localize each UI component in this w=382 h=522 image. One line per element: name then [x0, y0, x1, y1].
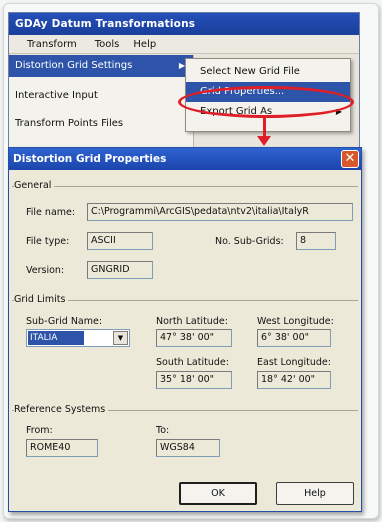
dialog-title: Distortion Grid Properties [13, 153, 167, 165]
menu-help[interactable]: Help [133, 39, 156, 50]
num-subgrids-label: No. Sub-Grids: [215, 236, 284, 247]
submenu-item-label: Select New Grid File [200, 66, 300, 77]
app-title: GDAy Datum Transformations [9, 13, 359, 35]
file-type-label: File type: [26, 236, 70, 247]
north-latitude-field: 47° 38' 00" [156, 329, 232, 347]
menu-item-label: Interactive Input [15, 90, 98, 101]
transform-menu: Distortion Grid Settings ▶ Interactive I… [9, 55, 194, 155]
east-longitude-field: 18° 42' 00" [257, 371, 331, 389]
dropdown-arrow-icon[interactable]: ▼ [113, 331, 128, 345]
west-longitude-label: West Longitude: [257, 316, 334, 327]
file-type-field: ASCII [87, 232, 153, 250]
subgrid-name-label: Sub-Grid Name: [26, 316, 103, 327]
submenu-item-select-new-grid-file[interactable]: Select New Grid File [186, 62, 350, 82]
from-label: From: [26, 425, 53, 436]
dialog-title-bar: Distortion Grid Properties ✕ [9, 148, 361, 170]
grid-limits-group: Grid Limits Sub-Grid Name: ITALIA ▼ Nort… [12, 294, 358, 405]
general-group-title: General [14, 180, 55, 191]
file-name-label: File name: [26, 207, 76, 218]
grid-limits-group-title: Grid Limits [14, 294, 69, 305]
general-group: General File name: C:\Programmi\ArcGIS\p… [12, 180, 358, 296]
help-button[interactable]: Help [276, 482, 354, 505]
arrow-annotation-line [263, 116, 266, 138]
reference-systems-group-title: Reference Systems [14, 404, 109, 415]
num-subgrids-field: 8 [296, 232, 336, 250]
menu-item-distortion-grid-settings[interactable]: Distortion Grid Settings ▶ [9, 55, 193, 77]
subgrid-name-select[interactable]: ITALIA ▼ [26, 329, 130, 347]
ok-button[interactable]: OK [179, 482, 257, 505]
file-name-field: C:\Programmi\ArcGIS\pedata\ntv2\italia\I… [87, 203, 353, 221]
version-label: Version: [26, 265, 65, 276]
close-icon[interactable]: ✕ [341, 150, 359, 168]
south-latitude-field: 35° 18' 00" [156, 371, 232, 389]
subgrid-name-value: ITALIA [28, 331, 84, 345]
menu-item-label: Transform Points Files [15, 118, 124, 129]
version-field: GNGRID [87, 261, 153, 279]
menu-bar: Transform Tools Help [9, 35, 359, 54]
reference-systems-group: Reference Systems From: ROME40 To: WGS84 [12, 404, 358, 468]
menu-item-interactive-input[interactable]: Interactive Input [9, 85, 193, 107]
grid-properties-dialog: Distortion Grid Properties ✕ General Fil… [8, 147, 362, 512]
from-field: ROME40 [26, 439, 98, 457]
west-longitude-field: 6° 38' 00" [257, 329, 331, 347]
menu-item-transform-points-files[interactable]: Transform Points Files [9, 113, 193, 135]
to-label: To: [156, 425, 170, 436]
south-latitude-label: South Latitude: [156, 357, 229, 368]
arrow-down-icon [257, 136, 271, 146]
east-longitude-label: East Longitude: [257, 357, 331, 368]
to-field: WGS84 [156, 439, 220, 457]
highlight-oval-annotation [178, 86, 354, 118]
menu-tools[interactable]: Tools [95, 39, 120, 50]
menu-transform[interactable]: Transform [23, 37, 81, 52]
north-latitude-label: North Latitude: [156, 316, 228, 327]
menu-item-label: Distortion Grid Settings [15, 60, 133, 71]
